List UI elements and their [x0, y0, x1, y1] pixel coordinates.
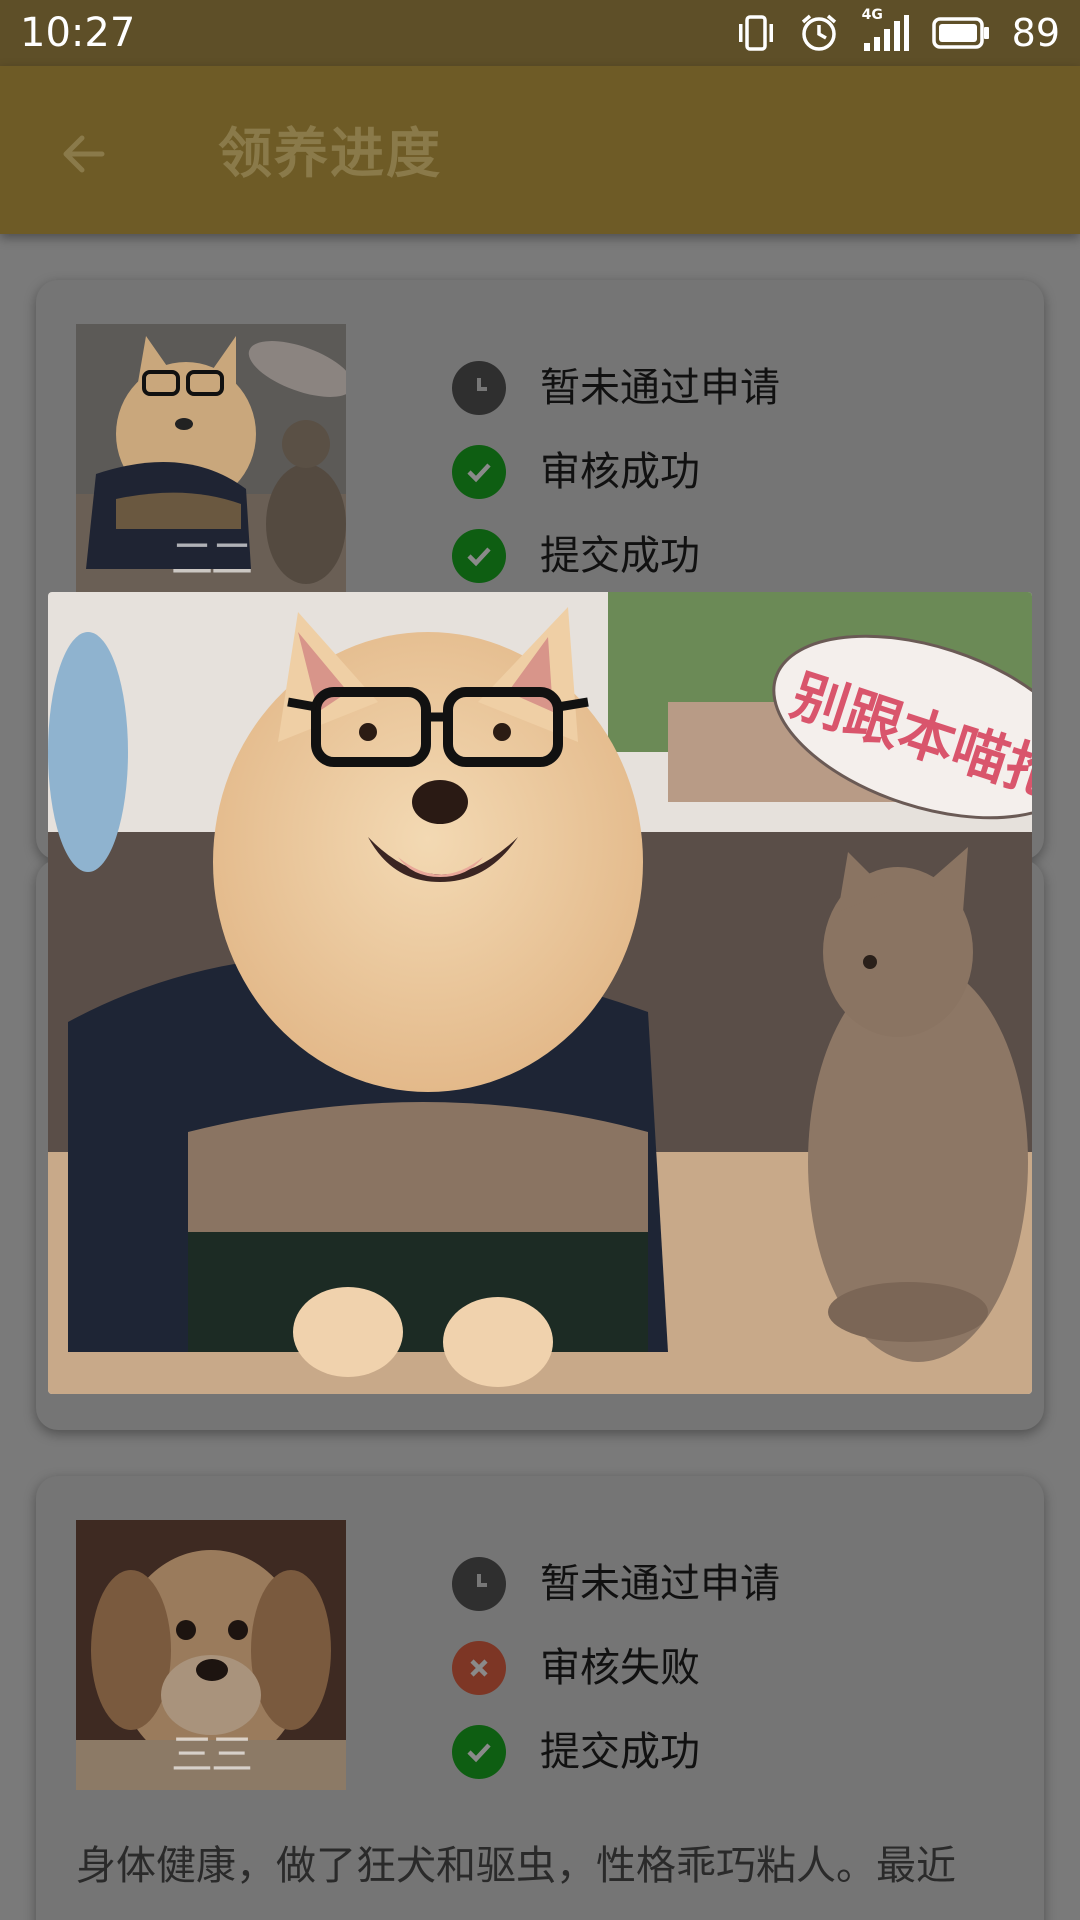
- status-row: 审核失败: [452, 1626, 780, 1710]
- dog-cat-preview-image: 别跟本喵抢: [48, 592, 1032, 1394]
- alarm-icon: [801, 14, 836, 51]
- clock-icon: [452, 361, 506, 415]
- check-icon: [452, 1725, 506, 1779]
- signal-icon: [863, 15, 909, 51]
- check-icon: [452, 445, 506, 499]
- image-preview[interactable]: 别跟本喵抢: [48, 592, 1032, 1394]
- arrow-left-icon: [63, 135, 105, 173]
- vibrate-icon: [738, 15, 773, 51]
- status-text: 暂未通过申请: [540, 1561, 780, 1607]
- app-bar: 领养进度: [0, 66, 1080, 234]
- status-bar: 10:27 4G 89: [0, 0, 1080, 66]
- status-icons: 4G 89: [736, 7, 1060, 58]
- status-text: 提交成功: [540, 533, 700, 579]
- check-icon: [452, 529, 506, 583]
- thumbnail-overlay-text: 三三: [170, 1730, 253, 1779]
- pet-thumbnail[interactable]: 三三: [76, 1520, 346, 1790]
- clock-icon: [452, 1557, 506, 1611]
- status-list: 暂未通过申请 审核成功 提交成功: [452, 346, 780, 598]
- status-row: 暂未通过申请: [452, 346, 780, 430]
- back-button[interactable]: [48, 118, 120, 190]
- page-title: 领养进度: [218, 122, 442, 185]
- status-row: 审核成功: [452, 430, 780, 514]
- close-icon: [452, 1641, 506, 1695]
- status-row: 暂未通过申请: [452, 1542, 780, 1626]
- status-row: 提交成功: [452, 1710, 780, 1794]
- status-list: 暂未通过申请 审核失败 提交成功: [452, 1542, 780, 1794]
- status-row: 提交成功: [452, 514, 780, 598]
- signal-indicator: 4G: [862, 7, 910, 53]
- status-text: 提交成功: [540, 1729, 700, 1775]
- battery-level: 89: [1011, 11, 1060, 55]
- thumbnail-overlay-text: 二二: [170, 534, 253, 583]
- status-text: 审核成功: [540, 449, 700, 495]
- status-text: 暂未通过申请: [540, 365, 780, 411]
- pet-thumbnail[interactable]: 二二: [76, 324, 346, 594]
- pet-description: 身体健康，做了狂犬和驱虫，性格乖巧粘人。最近: [76, 1843, 956, 1889]
- adoption-card[interactable]: 三三 暂未通过申请 审核失败 提交成功 身体健康，做了狂犬和驱虫，性格乖巧粘人。…: [36, 1476, 1044, 1920]
- status-time: 10:27: [20, 10, 136, 56]
- battery-icon: [931, 17, 989, 49]
- status-text: 审核失败: [540, 1645, 700, 1691]
